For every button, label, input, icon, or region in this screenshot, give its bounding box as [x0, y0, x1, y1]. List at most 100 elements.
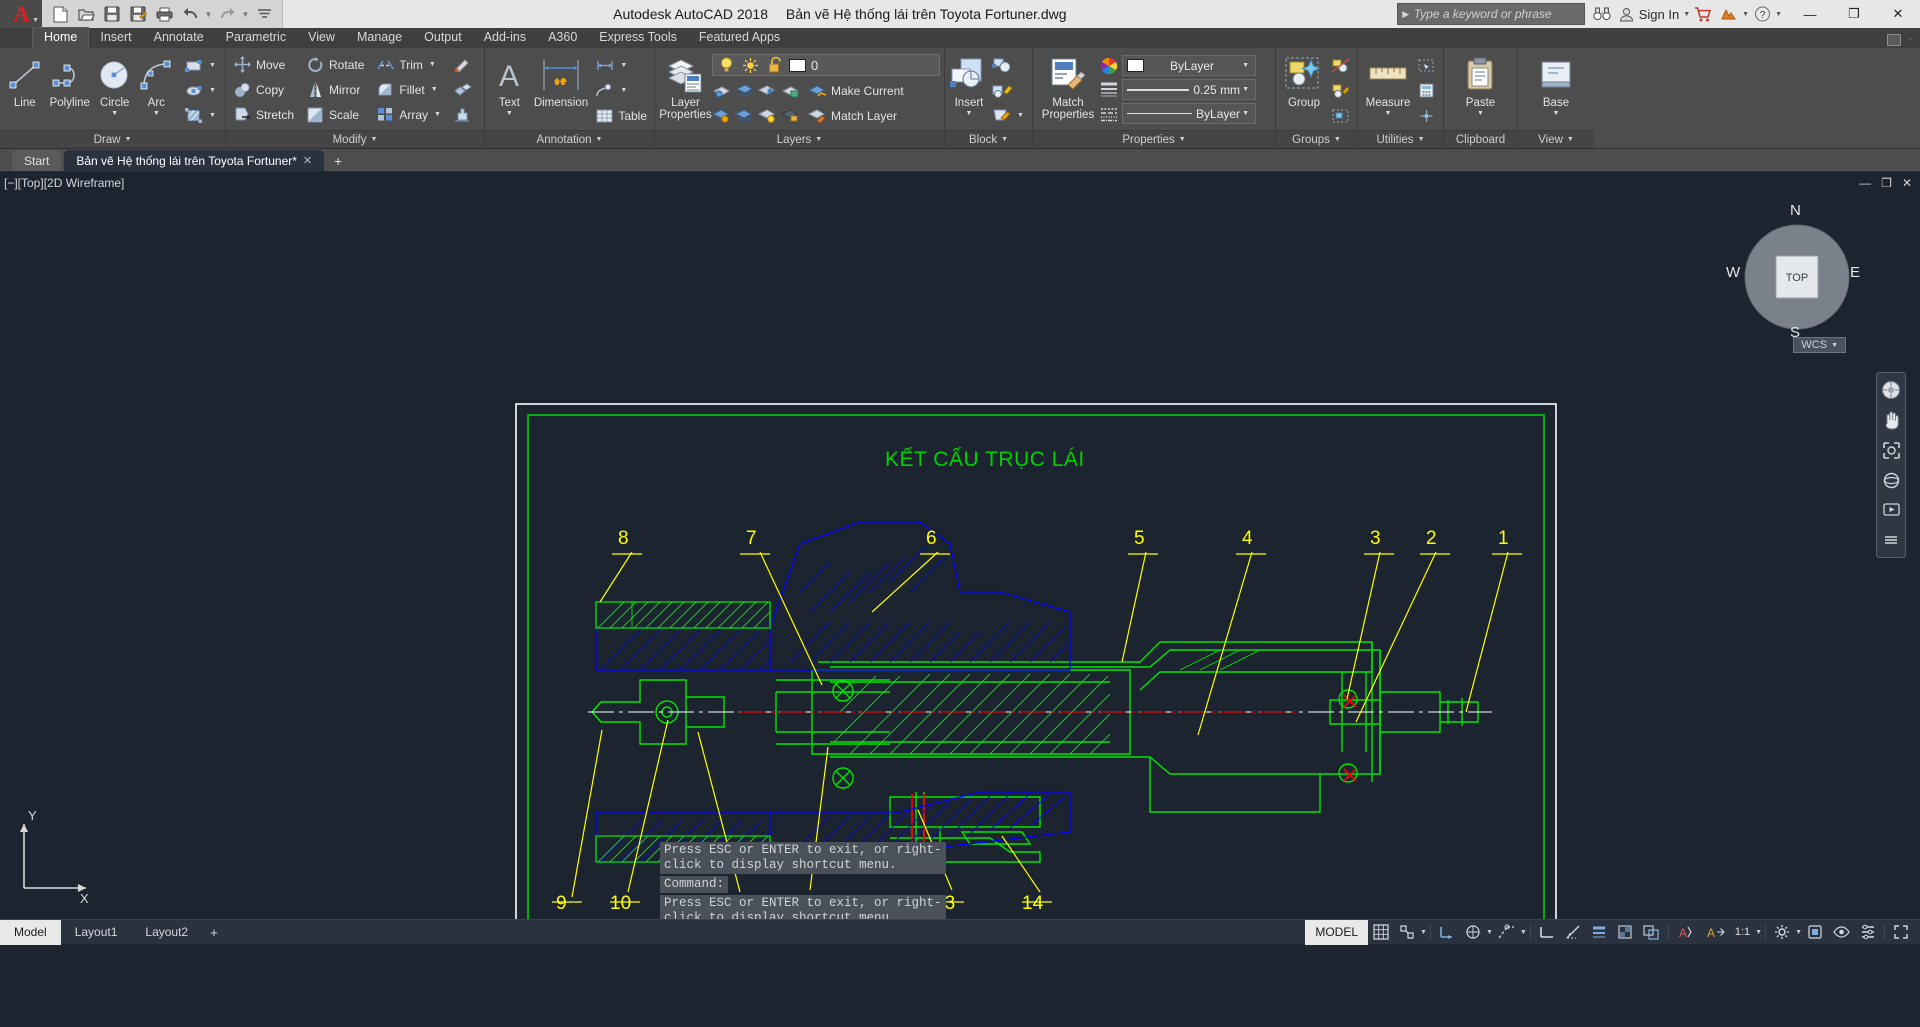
infocenter-search[interactable]: ▶ [1396, 3, 1585, 25]
rotate-button[interactable]: Rotate [303, 52, 367, 77]
chevron-down-icon[interactable]: ▼ [1240, 110, 1251, 117]
dimstyle-dropdown-icon[interactable]: ▼ [618, 62, 629, 69]
line-button[interactable]: Line [4, 51, 46, 109]
exchange-dropdown-icon[interactable]: ▼ [1742, 11, 1749, 18]
undo-icon[interactable] [178, 2, 202, 26]
move-button[interactable]: Move [230, 52, 297, 77]
modify-panel-label[interactable]: Modify ▼ [226, 130, 484, 148]
autoscale-icon[interactable]: A [1701, 920, 1730, 945]
copy-button[interactable]: Copy [230, 77, 297, 102]
rectangle-button[interactable]: ▼ [181, 53, 221, 78]
chevron-down-icon[interactable]: ▼ [124, 136, 131, 143]
ribbon-display-options-icon[interactable] [1887, 34, 1902, 46]
layer-unisolate-icon[interactable] [735, 81, 754, 100]
ungroup-button[interactable] [1328, 53, 1353, 78]
workspace-switching-icon[interactable] [1769, 920, 1795, 945]
paste-dropdown-icon[interactable]: ▼ [1477, 110, 1484, 117]
ribbon-minimize-icon[interactable]: ▼ [1907, 37, 1914, 44]
hatch-dropdown-icon[interactable]: ▼ [207, 112, 218, 119]
ribbon-tab-manage[interactable]: Manage [346, 28, 413, 48]
ribbon-tab-view[interactable]: View [297, 28, 346, 48]
measure-dropdown-icon[interactable]: ▼ [1385, 110, 1392, 117]
stretch-button[interactable]: Stretch [230, 102, 297, 127]
trim-dropdown-icon[interactable]: ▼ [427, 61, 438, 68]
help-icon[interactable]: ? [1749, 0, 1775, 28]
object-snap-icon[interactable] [1460, 920, 1486, 945]
group-selection-button[interactable] [1328, 103, 1353, 128]
layer-lock-icon[interactable] [757, 106, 777, 125]
search-expand-icon[interactable]: ▶ [1398, 9, 1414, 20]
chevron-down-icon[interactable]: ▼ [596, 136, 603, 143]
lineweight-display-icon[interactable] [1586, 920, 1612, 945]
match-properties-button[interactable]: Match Properties [1037, 51, 1099, 121]
showmotion-icon[interactable] [1879, 497, 1903, 523]
zoom-extents-icon[interactable] [1879, 437, 1903, 463]
layout-tab-layout1[interactable]: Layout1 [61, 920, 132, 945]
search-binoculars-icon[interactable] [1589, 0, 1615, 28]
steering-wheel-icon[interactable] [1879, 377, 1903, 403]
text-button[interactable]: A Text ▼ [489, 51, 530, 117]
layout-tab-model[interactable]: Model [0, 919, 61, 945]
save-as-file-icon[interactable] [126, 2, 150, 26]
sign-in-button[interactable]: Sign In [1615, 7, 1683, 22]
plot-icon[interactable] [152, 2, 176, 26]
customization-icon[interactable] [1855, 920, 1881, 945]
insert-dropdown-icon[interactable]: ▼ [966, 110, 973, 117]
match-layer-button[interactable]: Match Layer [805, 103, 900, 128]
dimension-style-button[interactable]: ▼ [592, 53, 650, 78]
layer-properties-button[interactable]: Layer Properties [659, 51, 712, 121]
ellipse-dropdown-icon[interactable]: ▼ [207, 87, 218, 94]
measure-button[interactable]: Measure ▼ [1362, 51, 1414, 117]
pan-hand-icon[interactable] [1879, 407, 1903, 433]
chevron-down-icon[interactable]: ▼ [1567, 136, 1574, 143]
wcs-selector[interactable]: WCS ▼ [1793, 337, 1846, 353]
base-view-button[interactable]: Base ▼ [1530, 51, 1582, 117]
new-file-icon[interactable] [48, 2, 72, 26]
chevron-down-icon[interactable]: ▼ [1240, 86, 1251, 93]
chevron-down-icon[interactable]: ▼ [1334, 136, 1341, 143]
array-dropdown-icon[interactable]: ▼ [432, 111, 443, 118]
edit-attribute-button[interactable] [989, 78, 1029, 103]
scale-dropdown-icon[interactable]: ▼ [1755, 929, 1762, 936]
selection-cycling-icon[interactable] [1638, 920, 1665, 945]
chevron-down-icon[interactable]: ▼ [1001, 136, 1008, 143]
otrack-dropdown-icon[interactable]: ▼ [1520, 929, 1527, 936]
layer-unlock-icon[interactable] [780, 106, 800, 125]
annotation-scale-value[interactable]: 1:1 [1730, 920, 1755, 945]
group-button[interactable]: Group [1280, 51, 1328, 109]
fillet-button[interactable]: Fillet ▼ [373, 77, 446, 102]
text-dropdown-icon[interactable]: ▼ [506, 110, 513, 117]
polyline-button[interactable]: Polyline [46, 51, 94, 109]
save-file-icon[interactable] [100, 2, 124, 26]
view-cube[interactable]: TOP N E S W [1726, 202, 1862, 345]
add-layout-button[interactable]: + [202, 925, 226, 940]
view-panel-label[interactable]: View ▼ [1518, 130, 1594, 148]
scale-button[interactable]: Scale [303, 102, 367, 127]
file-tab-drawing[interactable]: Bản vẽ Hệ thống lái trên Toyota Fortuner… [64, 150, 325, 171]
snap-mode-icon[interactable] [1394, 920, 1420, 945]
define-attributes-button[interactable]: ▼ [989, 103, 1029, 128]
layer-isolate-icon[interactable] [712, 81, 731, 100]
maximize-button[interactable]: ❐ [1832, 0, 1876, 28]
ribbon-tab-featured-apps[interactable]: Featured Apps [688, 28, 791, 48]
ribbon-tab-express-tools[interactable]: Express Tools [588, 28, 688, 48]
transparency-icon[interactable] [1612, 920, 1638, 945]
insert-block-button[interactable]: Insert ▼ [949, 51, 989, 117]
leader-dropdown-icon[interactable]: ▼ [618, 87, 629, 94]
ellipse-button[interactable]: ▼ [181, 78, 221, 103]
block-panel-label[interactable]: Block ▼ [945, 130, 1032, 148]
qat-more-icon[interactable] [252, 2, 276, 26]
chevron-down-icon[interactable]: ▼ [1240, 62, 1251, 69]
hardware-acceleration-icon[interactable] [1802, 920, 1828, 945]
arc-button[interactable]: Arc ▼ [136, 51, 178, 117]
workspace-dropdown-icon[interactable]: ▼ [1795, 929, 1802, 936]
help-dropdown-icon[interactable]: ▼ [1775, 11, 1782, 18]
lineweight-combo[interactable]: 0.25 mm ▼ [1122, 79, 1256, 100]
chevron-down-icon[interactable]: ▼ [1179, 136, 1186, 143]
lineweight-icon[interactable] [1099, 80, 1118, 99]
linetype-combo[interactable]: ByLayer ▼ [1122, 103, 1256, 124]
ribbon-tab-parametric[interactable]: Parametric [215, 28, 297, 48]
ribbon-tab-a360[interactable]: A360 [537, 28, 588, 48]
arc-dropdown-icon[interactable]: ▼ [153, 110, 160, 117]
chevron-down-icon[interactable]: ▼ [815, 136, 822, 143]
